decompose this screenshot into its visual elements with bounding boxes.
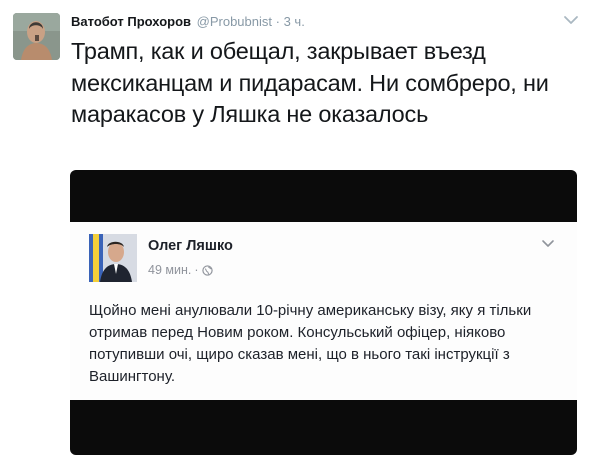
author-name[interactable]: Ватобот Прохоров	[71, 14, 191, 29]
chevron-down-icon	[564, 16, 578, 24]
fb-post-time: 49 мин.	[148, 263, 192, 277]
tweet-header: Ватобот Прохоров @Probubnist · 3 ч.	[71, 13, 305, 31]
facebook-post-screenshot: Олег Ляшко 49 мин. · Щойно мені анулювали…	[70, 222, 577, 400]
fb-post-menu	[541, 235, 555, 247]
fb-author-name: Олег Ляшко	[148, 238, 233, 254]
globe-icon	[201, 265, 213, 276]
fb-author-avatar	[89, 234, 137, 282]
tweet: Ватобот Прохоров @Probubnist · 3 ч. Трам…	[0, 0, 611, 462]
fb-post-meta: 49 мин. ·	[148, 263, 213, 277]
fb-avatar-photo	[89, 234, 137, 282]
user-avatar-photo	[13, 13, 60, 60]
tweet-timestamp[interactable]: 3 ч.	[284, 14, 305, 29]
fb-post-text: Щойно мені анулювали 10-річну американсь…	[89, 302, 532, 385]
fb-meta-separator: ·	[194, 263, 199, 277]
tweet-text: Трамп, как и обещал, закрывает въезд мек…	[71, 38, 549, 127]
author-handle[interactable]: @Probubnist	[197, 14, 272, 29]
author-avatar[interactable]	[13, 13, 60, 60]
meta-separator: ·	[275, 14, 280, 29]
tweet-menu-button[interactable]	[562, 13, 580, 27]
tweet-media-image[interactable]: Олег Ляшко 49 мин. · Щойно мені анулювали…	[70, 170, 577, 455]
chevron-down-icon	[542, 240, 554, 247]
